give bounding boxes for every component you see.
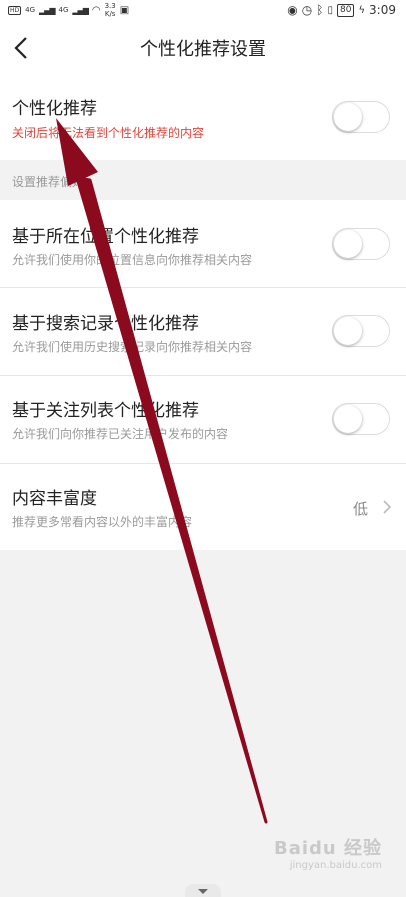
toggle-knob (334, 230, 362, 258)
row-title: 基于搜索记录个性化推荐 (12, 314, 199, 334)
speed-value: 3.3 (104, 2, 116, 10)
status-left: HD 4G ▂▄▆ 4G ▂▄▆ ◠ 3.3 K/s ▣ (8, 2, 129, 18)
app-notification-icon: ▣ (119, 4, 130, 16)
search-history-recommend-toggle[interactable] (332, 315, 390, 347)
watermark-brand: Baidu 经验 (273, 838, 382, 859)
location-recommend-toggle[interactable] (332, 228, 390, 260)
row-subtitle: 允许我们使用历史搜索记录向你推荐相关内容 (12, 340, 253, 354)
preference-section: 基于所在位置个性化推荐 允许我们使用你的位置信息向你推荐相关内容 基于搜索记录个… (0, 200, 406, 550)
back-arrow-icon[interactable] (12, 36, 32, 60)
network-speed: 3.3 K/s (105, 2, 116, 18)
signal-icon: ▂▄▆ (39, 5, 56, 15)
toggle-knob (334, 405, 362, 433)
row-title: 内容丰富度 (12, 489, 97, 509)
network-label-2: 4G (58, 6, 69, 14)
richness-value: 低 (352, 500, 368, 518)
wifi-icon: ◠ (91, 4, 101, 16)
group-label: 设置推荐偏好 (12, 175, 85, 189)
bluetooth-icon: ᛒ (316, 3, 324, 17)
row-title: 基于所在位置个性化推荐 (12, 227, 199, 247)
row-subtitle: 关闭后将无法看到个性化推荐的内容 (12, 126, 205, 140)
toggle-knob (334, 317, 362, 345)
battery-icon: 80 (336, 3, 355, 17)
clock: 3:09 (369, 3, 396, 17)
follow-list-recommend-row: 基于关注列表个性化推荐 允许我们向你推荐已关注用户发布的内容 (0, 376, 406, 464)
row-title: 基于关注列表个性化推荐 (12, 401, 199, 421)
personalized-recommend-row: 个性化推荐 关闭后将无法看到个性化推荐的内容 (0, 74, 406, 160)
page-title: 个性化推荐设置 (140, 39, 266, 60)
personalized-recommend-toggle[interactable] (332, 101, 390, 133)
chevron-right-icon (383, 500, 392, 514)
bottom-pull-tab[interactable] (185, 884, 221, 897)
baidu-jingyan-watermark: Baidu 经验 jingyan.baidu.com (274, 834, 382, 871)
row-subtitle: 允许我们使用你的位置信息向你推荐相关内容 (12, 253, 253, 267)
charging-icon: ϟ (358, 4, 366, 16)
main-toggle-section: 个性化推荐 关闭后将无法看到个性化推荐的内容 (0, 74, 406, 160)
row-subtitle: 推荐更多常看内容以外的丰富内容 (12, 515, 193, 529)
toggle-knob (334, 103, 362, 131)
signal-icon-2: ▂▄▆ (72, 5, 89, 15)
nav-header: 个性化推荐设置 (0, 22, 406, 74)
vibrate-icon: ▯ (327, 4, 333, 16)
status-right: ◉ ◷ ᛒ ▯ 80 ϟ 3:09 (287, 3, 396, 17)
row-title: 个性化推荐 (12, 99, 97, 119)
content-richness-row[interactable]: 内容丰富度 推荐更多常看内容以外的丰富内容 低 (0, 464, 406, 550)
alarm-icon: ◷ (301, 3, 313, 17)
row-subtitle: 允许我们向你推荐已关注用户发布的内容 (12, 427, 229, 441)
search-history-recommend-row: 基于搜索记录个性化推荐 允许我们使用历史搜索记录向你推荐相关内容 (0, 288, 406, 376)
status-bar: HD 4G ▂▄▆ 4G ▂▄▆ ◠ 3.3 K/s ▣ ◉ ◷ ᛒ ▯ 80 … (0, 0, 406, 22)
location-recommend-row: 基于所在位置个性化推荐 允许我们使用你的位置信息向你推荐相关内容 (0, 200, 406, 288)
network-label-1: 4G (25, 6, 36, 14)
hd-icon: HD (8, 5, 22, 15)
watermark-url: jingyan.baidu.com (289, 860, 382, 871)
eye-icon: ◉ (287, 3, 298, 17)
follow-list-recommend-toggle[interactable] (332, 403, 390, 435)
speed-unit: K/s (104, 10, 116, 18)
